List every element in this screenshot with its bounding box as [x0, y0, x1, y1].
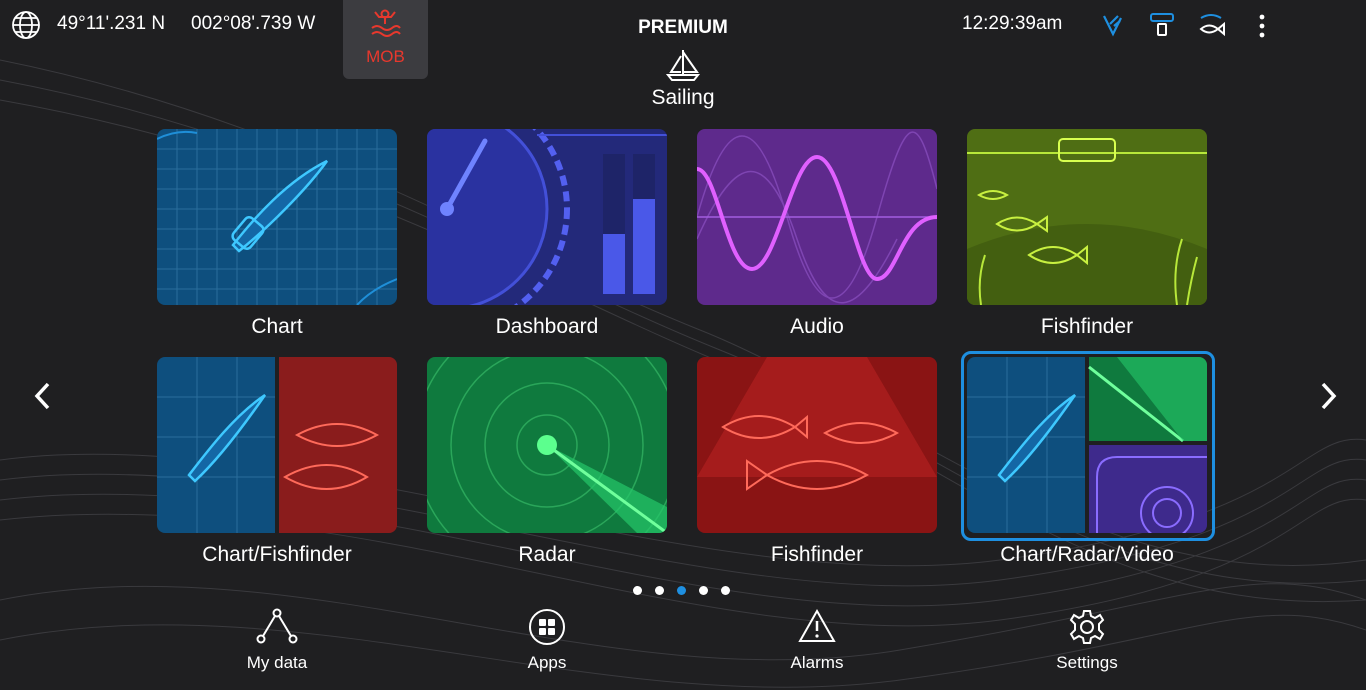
gear-icon — [1017, 608, 1157, 646]
nav-alarms[interactable]: Alarms — [747, 608, 887, 673]
sailboat-icon — [665, 48, 701, 87]
mob-icon — [369, 8, 401, 43]
app-tile-chart[interactable] — [157, 129, 397, 305]
app-label-fishfinder: Fishfinder — [1040, 315, 1134, 338]
sonar-transducer-icon[interactable] — [1148, 11, 1176, 44]
page-dot-1[interactable] — [633, 586, 642, 595]
nav-apps[interactable]: Apps — [477, 608, 617, 673]
profile-selector[interactable]: Sailing — [613, 46, 753, 112]
app-label-chart-fishfinder: Chart/Fishfinder — [202, 543, 352, 566]
globe-icon[interactable] — [11, 10, 41, 45]
app-tile-chart-radar-video[interactable] — [967, 357, 1207, 533]
app-tile-fishfinder[interactable] — [967, 129, 1207, 305]
apps-grid-icon — [477, 608, 617, 646]
next-page-arrow-icon[interactable] — [1318, 381, 1338, 416]
longitude-readout: 002°08'.739 W — [191, 13, 316, 34]
nav-my-data[interactable]: My data — [207, 608, 347, 673]
app-tile-radar[interactable] — [427, 357, 667, 533]
app-label-chart-radar-video: Chart/Radar/Video — [1000, 543, 1174, 566]
network-icon — [207, 608, 347, 646]
previous-page-arrow-icon[interactable] — [33, 381, 53, 416]
app-label-radar: Radar — [518, 543, 576, 566]
app-tile-fishfinder-2[interactable] — [697, 357, 937, 533]
latitude-readout: 49°11'.231 N — [57, 13, 166, 34]
app-tile-dashboard[interactable] — [427, 129, 667, 305]
alarm-triangle-icon — [747, 608, 887, 646]
more-icon[interactable] — [1254, 13, 1270, 44]
mob-label: MOB — [366, 47, 405, 66]
app-label-chart: Chart — [251, 315, 303, 338]
page-dot-2[interactable] — [655, 586, 664, 595]
nav-alarms-label: Alarms — [790, 653, 844, 672]
app-tile-audio[interactable] — [697, 129, 937, 305]
app-label-dashboard: Dashboard — [495, 315, 599, 338]
clock: 12:29:39am — [962, 13, 1063, 34]
page-dot-4[interactable] — [699, 586, 708, 595]
nav-settings[interactable]: Settings — [1017, 608, 1157, 673]
page-dot-5[interactable] — [721, 586, 730, 595]
nav-settings-label: Settings — [1056, 653, 1118, 672]
mode-title: PREMIUM — [638, 17, 728, 38]
nav-my-data-label: My data — [246, 653, 308, 672]
profile-name: Sailing — [651, 86, 715, 109]
app-label-audio: Audio — [790, 315, 844, 338]
app-label-fishfinder-2: Fishfinder — [770, 543, 864, 566]
nav-apps-label: Apps — [527, 653, 567, 672]
fish-icon[interactable] — [1196, 12, 1226, 45]
mob-button[interactable]: MOB — [343, 0, 428, 79]
status-bar: 49°11'.231 N 002°08'.739 W MOB PREMIUM 1… — [0, 0, 1366, 79]
autopilot-icon[interactable] — [1101, 12, 1125, 43]
page-dot-3-active[interactable] — [677, 586, 686, 595]
app-tile-chart-fishfinder[interactable] — [157, 357, 397, 533]
